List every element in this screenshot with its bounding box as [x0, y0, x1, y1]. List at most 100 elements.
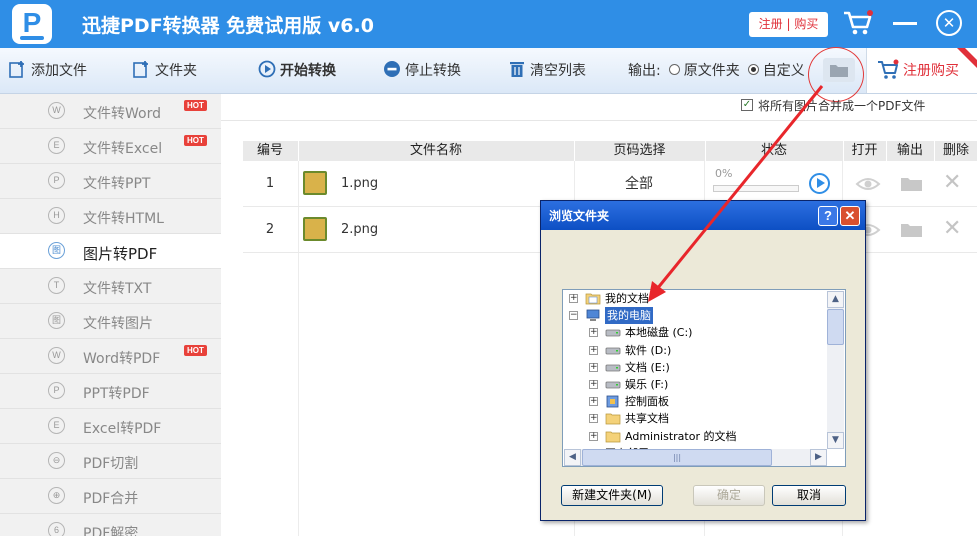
annotation-circle — [808, 47, 864, 102]
cancel-button[interactable]: 取消 — [772, 485, 846, 506]
delete-icon[interactable]: ✕ — [943, 217, 961, 241]
sidebar-item[interactable]: ⊖ PDF切割 — [0, 444, 221, 479]
logo-stripe — [20, 36, 44, 40]
expand-toggle[interactable]: + — [589, 380, 598, 389]
expand-toggle[interactable]: + — [589, 362, 598, 372]
app-logo: P — [12, 4, 52, 44]
scroll-thumb-horizontal[interactable]: ||| — [582, 449, 772, 466]
cart-icon[interactable] — [842, 9, 874, 37]
tree-item-label: 我的电脑 — [605, 307, 653, 325]
sidebar-item-icon: ⊖ — [48, 452, 65, 469]
tree-item-label: 共享文档 — [625, 412, 669, 426]
sidebar-item[interactable]: P PPT转PDF — [0, 374, 221, 409]
sidebar-item-label: Word转PDF — [83, 351, 161, 367]
delete-icon[interactable]: ✕ — [943, 171, 961, 195]
minimize-button[interactable] — [893, 22, 917, 25]
expand-toggle[interactable]: + — [589, 345, 598, 355]
drive-icon — [605, 364, 621, 372]
scroll-thumb[interactable] — [827, 309, 844, 345]
browse-folder-dialog: 浏览文件夹 ? ✕ +网上邻居+Administrator 的文档+共享文档+控… — [540, 200, 866, 521]
expand-toggle[interactable]: + — [589, 414, 598, 424]
new-folder-button[interactable]: 新建文件夹(M) — [561, 485, 663, 506]
dialog-close-button[interactable]: ✕ — [840, 206, 860, 226]
sidebar-item[interactable]: P 文件转PPT — [0, 164, 221, 199]
tree-item-label: 娱乐 (F:) — [625, 378, 669, 391]
dialog-title-bar[interactable]: 浏览文件夹 ? ✕ — [541, 201, 865, 230]
expand-toggle[interactable]: − — [569, 311, 578, 321]
start-convert-button[interactable]: 开始转换 — [258, 48, 336, 94]
col-filename: 文件名称 — [298, 141, 573, 161]
clear-list-button[interactable]: 清空列表 — [508, 48, 586, 94]
add-file-label: 添加文件 — [31, 63, 87, 79]
sidebar-item-label: PDF解密 — [83, 526, 139, 536]
sidebar-item[interactable]: E Excel转PDF — [0, 409, 221, 444]
stop-convert-button[interactable]: 停止转换 — [383, 48, 461, 94]
sidebar-item[interactable]: T 文件转TXT — [0, 269, 221, 304]
ok-button[interactable]: 确定 — [693, 485, 765, 506]
play-icon[interactable] — [809, 173, 830, 194]
add-file-button[interactable]: 添加文件 — [9, 48, 87, 94]
tree-item[interactable]: + Administrator 的文档 — [563, 428, 825, 445]
expand-toggle[interactable]: + — [589, 328, 598, 338]
col-index: 编号 — [256, 143, 283, 158]
row-index: 2 — [265, 222, 275, 237]
merge-checkbox[interactable]: ✓ — [741, 99, 753, 111]
sidebar-item-label: 文件转PPT — [83, 176, 151, 192]
sidebar-item[interactable]: 6 PDF解密 — [0, 514, 221, 536]
custom-folder-label: 自定义 — [762, 63, 805, 79]
scroll-right-button[interactable]: ▶ — [810, 449, 827, 466]
expand-toggle[interactable]: + — [569, 294, 578, 303]
add-folder-button[interactable]: 文件夹 — [133, 48, 197, 94]
sidebar-item-label: PDF合并 — [83, 491, 139, 507]
sidebar-item-icon: E — [48, 137, 65, 154]
tree-item-label: 我的文档 — [605, 292, 649, 305]
tree-item[interactable]: + 共享文档 — [563, 410, 825, 427]
expand-toggle[interactable]: + — [589, 431, 598, 441]
sidebar-item-icon: ⊕ — [48, 487, 65, 504]
tree-item-label: 控制面板 — [625, 395, 669, 409]
scroll-left-button[interactable]: ◀ — [564, 449, 581, 466]
tree-item[interactable]: + 文档 (E:) — [563, 359, 825, 376]
original-folder-label: 原文件夹 — [683, 63, 740, 79]
drive-icon — [605, 347, 621, 354]
sidebar-item[interactable]: W Word转PDF HOT — [0, 339, 221, 374]
folder-icon[interactable] — [900, 175, 924, 193]
scroll-up-button[interactable]: ▲ — [827, 291, 844, 308]
radio-custom-folder[interactable] — [747, 63, 759, 75]
tree-item[interactable]: − 我的电脑 — [563, 307, 825, 325]
clear-list-label: 清空列表 — [530, 63, 586, 79]
folder-icon — [605, 414, 621, 425]
dialog-help-button[interactable]: ? — [818, 206, 838, 226]
col-output: 输出 — [886, 141, 933, 161]
folder-tree[interactable]: +网上邻居+Administrator 的文档+共享文档+控制面板+娱乐 (F:… — [562, 289, 846, 467]
expand-toggle[interactable]: + — [589, 397, 598, 407]
sidebar-item-icon: 6 — [48, 522, 65, 536]
sidebar-item[interactable]: ⊕ PDF合并 — [0, 479, 221, 514]
tree-item[interactable]: + 软件 (D:) — [563, 342, 825, 359]
sidebar-item-icon: W — [48, 347, 65, 364]
tree-item-label: 软件 (D:) — [625, 343, 672, 357]
hot-badge: HOT — [184, 345, 207, 356]
col-status: 状态 — [705, 141, 842, 161]
horizontal-scrollbar[interactable]: ◀ ||| ▶ — [564, 449, 827, 466]
sidebar-item[interactable]: 图 文件转图片 — [0, 304, 221, 339]
radio-original-folder[interactable] — [668, 63, 680, 75]
close-button[interactable]: ✕ — [936, 10, 962, 36]
register-button[interactable]: 注册 | 购买 — [749, 12, 828, 37]
sidebar-item[interactable]: E 文件转Excel HOT — [0, 129, 221, 164]
sidebar-item[interactable]: H 文件转HTML — [0, 199, 221, 234]
sidebar-item[interactable]: W 文件转Word HOT — [0, 94, 221, 129]
vertical-scrollbar[interactable]: ▲ ▼ — [827, 291, 844, 449]
sidebar-item-icon: W — [48, 102, 65, 119]
tree-item[interactable]: + 控制面板 — [563, 393, 825, 410]
folder-icon[interactable] — [900, 221, 924, 239]
tree-item[interactable]: + 本地磁盘 (C:) — [563, 324, 825, 341]
sidebar-item-label: 文件转图片 — [83, 316, 153, 332]
start-convert-label: 开始转换 — [280, 63, 336, 79]
tree-item[interactable]: + 我的文档 — [563, 290, 825, 307]
scroll-down-button[interactable]: ▼ — [827, 432, 844, 449]
eye-icon[interactable] — [855, 175, 881, 193]
dialog-title: 浏览文件夹 — [549, 209, 610, 223]
sidebar-item[interactable]: 图 图片转PDF — [0, 234, 221, 269]
tree-item[interactable]: + 娱乐 (F:) — [563, 376, 825, 393]
